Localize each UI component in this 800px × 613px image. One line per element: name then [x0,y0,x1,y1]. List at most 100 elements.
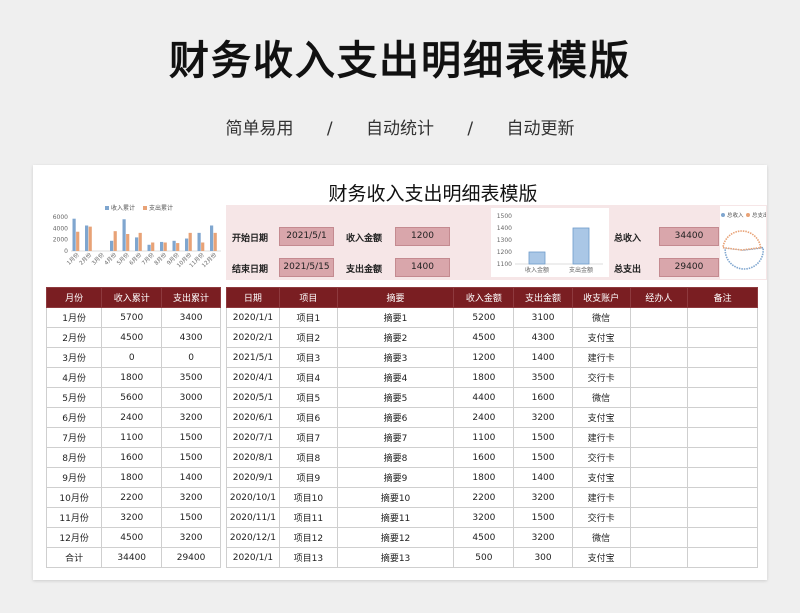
table-cell[interactable]: 2020/1/1 [226,307,280,328]
table-cell[interactable]: 5月份 [45,387,103,408]
table-cell[interactable]: 项目9 [278,467,338,488]
table-cell[interactable] [629,527,689,548]
table-cell[interactable] [629,487,689,508]
table-cell[interactable]: 4500 [101,527,163,548]
table-cell[interactable]: 2200 [453,487,515,508]
table-cell[interactable]: 1600 [513,387,573,408]
table-cell[interactable]: 1600 [101,447,163,468]
table-cell[interactable]: 2020/12/1 [226,527,280,548]
table-cell[interactable] [687,467,758,488]
table-cell[interactable]: 4月份 [45,367,103,388]
table-cell[interactable]: 项目11 [278,507,338,528]
table-cell[interactable] [629,367,689,388]
table-cell[interactable]: 建行卡 [571,347,631,368]
table-cell[interactable]: 4500 [453,527,515,548]
table-cell[interactable]: 3000 [161,387,221,408]
table-cell[interactable]: 7月份 [45,427,103,448]
table-cell[interactable]: 建行卡 [571,427,631,448]
table-cell[interactable]: 1500 [161,447,221,468]
table-cell[interactable]: 3200 [161,487,221,508]
table-cell[interactable]: 4300 [513,327,573,348]
table-cell[interactable]: 4400 [453,387,515,408]
table-cell[interactable]: 支付宝 [571,467,631,488]
table-cell[interactable] [629,387,689,408]
table-cell[interactable]: 项目6 [278,407,338,428]
table-cell[interactable] [687,487,758,508]
table-cell[interactable]: 1200 [453,347,515,368]
table-cell[interactable]: 项目2 [278,327,338,348]
table-cell[interactable]: 300 [513,547,573,568]
table-cell[interactable]: 500 [453,547,515,568]
table-cell[interactable]: 2020/4/1 [226,367,280,388]
table-cell[interactable] [629,467,689,488]
income-field[interactable]: 1200 [395,227,450,246]
table-cell[interactable]: 5200 [453,307,515,328]
table-cell[interactable]: 支付宝 [571,407,631,428]
table-cell[interactable]: 项目12 [278,527,338,548]
table-cell[interactable]: 支付宝 [571,327,631,348]
table-cell[interactable] [687,307,758,328]
table-cell[interactable]: 3200 [161,527,221,548]
table-cell[interactable]: 3500 [161,367,221,388]
table-cell[interactable] [687,547,758,568]
table-cell[interactable]: 项目13 [278,547,338,568]
table-cell[interactable]: 4500 [453,327,515,348]
table-cell[interactable]: 合计 [45,547,103,568]
table-cell[interactable]: 项目4 [278,367,338,388]
table-cell[interactable]: 1800 [453,367,515,388]
table-cell[interactable]: 3月份 [45,347,103,368]
table-cell[interactable]: 1月份 [45,307,103,328]
table-cell[interactable]: 1500 [513,507,573,528]
table-cell[interactable]: 9月份 [45,467,103,488]
table-cell[interactable]: 1500 [161,507,221,528]
table-cell[interactable]: 建行卡 [571,487,631,508]
table-cell[interactable]: 1500 [513,427,573,448]
table-cell[interactable]: 微信 [571,307,631,328]
table-cell[interactable]: 1600 [453,447,515,468]
table-cell[interactable]: 3400 [161,307,221,328]
table-cell[interactable]: 2400 [453,407,515,428]
end-date-field[interactable]: 2021/5/15 [279,258,334,277]
table-cell[interactable]: 3100 [513,307,573,328]
expense-field[interactable]: 1400 [395,258,450,277]
table-cell[interactable]: 0 [101,347,163,368]
table-cell[interactable]: 3200 [513,487,573,508]
table-cell[interactable]: 4500 [101,327,163,348]
table-cell[interactable]: 2020/7/1 [226,427,280,448]
table-cell[interactable]: 12月份 [45,527,103,548]
table-cell[interactable]: 2020/8/1 [226,447,280,468]
table-cell[interactable] [629,347,689,368]
table-cell[interactable]: 交行卡 [571,367,631,388]
table-cell[interactable]: 交行卡 [571,447,631,468]
table-cell[interactable] [687,347,758,368]
table-cell[interactable]: 3200 [513,527,573,548]
table-cell[interactable]: 微信 [571,527,631,548]
table-cell[interactable] [629,507,689,528]
table-cell[interactable] [687,427,758,448]
table-cell[interactable]: 支付宝 [571,547,631,568]
table-cell[interactable]: 项目5 [278,387,338,408]
table-cell[interactable]: 1400 [513,347,573,368]
table-cell[interactable]: 3200 [513,407,573,428]
table-cell[interactable] [629,407,689,428]
table-cell[interactable]: 摘要10 [336,487,455,508]
table-cell[interactable] [629,327,689,348]
table-cell[interactable]: 2月份 [45,327,103,348]
table-cell[interactable]: 2021/5/1 [226,347,280,368]
table-cell[interactable]: 2020/6/1 [226,407,280,428]
table-cell[interactable]: 项目7 [278,427,338,448]
table-cell[interactable]: 1800 [101,367,163,388]
table-cell[interactable] [629,547,689,568]
table-cell[interactable]: 10月份 [45,487,103,508]
start-date-field[interactable]: 2021/5/1 [279,227,334,246]
table-cell[interactable]: 项目10 [278,487,338,508]
table-cell[interactable]: 摘要2 [336,327,455,348]
table-cell[interactable] [687,407,758,428]
table-cell[interactable] [629,447,689,468]
table-cell[interactable]: 微信 [571,387,631,408]
table-cell[interactable]: 摘要8 [336,447,455,468]
table-cell[interactable]: 1100 [453,427,515,448]
table-cell[interactable] [687,447,758,468]
table-cell[interactable]: 摘要9 [336,467,455,488]
table-cell[interactable]: 2020/2/1 [226,327,280,348]
